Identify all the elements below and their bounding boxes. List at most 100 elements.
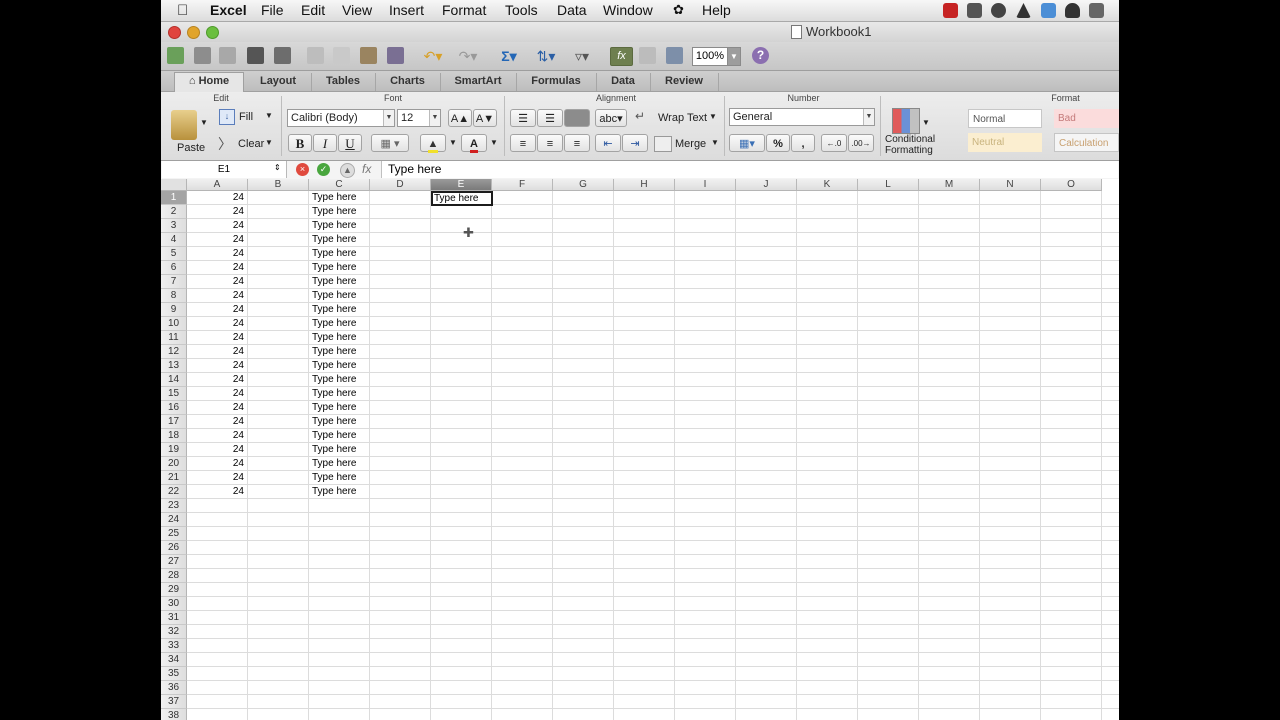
open-icon[interactable] (219, 47, 236, 64)
column-header-m[interactable]: M (919, 179, 980, 191)
paste-dropdown-icon[interactable]: ▼ (200, 118, 208, 127)
cell-a6[interactable]: 24 (187, 261, 244, 275)
row-header-29[interactable]: 29 (161, 583, 187, 597)
row-header-35[interactable]: 35 (161, 667, 187, 681)
cell-c15[interactable]: Type here (312, 387, 369, 401)
row-header-23[interactable]: 23 (161, 499, 187, 513)
row-header-27[interactable]: 27 (161, 555, 187, 569)
align-bottom-button[interactable] (564, 109, 590, 127)
cell-c4[interactable]: Type here (312, 233, 369, 247)
cell-a4[interactable]: 24 (187, 233, 244, 247)
select-all-corner[interactable] (161, 179, 187, 191)
tray-cloud-icon[interactable] (1065, 3, 1080, 18)
redo-icon[interactable]: ↷▾ (453, 46, 483, 66)
clear-label[interactable]: Clear (238, 136, 264, 152)
percent-button[interactable]: % (766, 134, 790, 152)
bold-button[interactable]: B (288, 134, 312, 152)
row-header-24[interactable]: 24 (161, 513, 187, 527)
cell-c9[interactable]: Type here (312, 303, 369, 317)
tab-charts[interactable]: Charts (375, 73, 441, 91)
row-header-9[interactable]: 9 (161, 303, 187, 317)
row-header-26[interactable]: 26 (161, 541, 187, 555)
row-header-4[interactable]: 4 (161, 233, 187, 247)
cell-c17[interactable]: Type here (312, 415, 369, 429)
row-header-28[interactable]: 28 (161, 569, 187, 583)
autosum-icon[interactable]: Σ▾ (495, 46, 523, 66)
apple-menu-icon[interactable]:  (177, 2, 188, 19)
row-header-8[interactable]: 8 (161, 289, 187, 303)
toolbox-icon[interactable] (639, 47, 656, 64)
name-box-stepper-icon[interactable]: ⇕ (274, 163, 281, 172)
column-header-k[interactable]: K (797, 179, 858, 191)
row-header-31[interactable]: 31 (161, 611, 187, 625)
italic-button[interactable]: I (313, 134, 337, 152)
cell-c11[interactable]: Type here (312, 331, 369, 345)
name-box[interactable]: E1 (162, 161, 287, 178)
row-header-3[interactable]: 3 (161, 219, 187, 233)
row-header-12[interactable]: 12 (161, 345, 187, 359)
format-painter-icon[interactable] (387, 47, 404, 64)
cell-a8[interactable]: 24 (187, 289, 244, 303)
formula-input[interactable]: Type here (381, 161, 1118, 178)
style-calculation[interactable]: Calculation (1054, 133, 1119, 152)
cell-a18[interactable]: 24 (187, 429, 244, 443)
cell-a2[interactable]: 24 (187, 205, 244, 219)
cell-a3[interactable]: 24 (187, 219, 244, 233)
merge-dropdown-icon[interactable]: ▼ (711, 138, 719, 147)
row-header-30[interactable]: 30 (161, 597, 187, 611)
row-header-20[interactable]: 20 (161, 457, 187, 471)
paste-toolbar-icon[interactable] (360, 47, 377, 64)
row-header-10[interactable]: 10 (161, 317, 187, 331)
zoom-field[interactable]: 100% (692, 47, 728, 66)
menu-file[interactable]: File (261, 2, 284, 18)
row-header-32[interactable]: 32 (161, 625, 187, 639)
zoom-window-button[interactable] (206, 26, 219, 39)
tab-formulas[interactable]: Formulas (516, 73, 597, 91)
decrease-indent-button[interactable]: ⇤ (595, 134, 621, 152)
menu-edit[interactable]: Edit (301, 2, 325, 18)
row-header-22[interactable]: 22 (161, 485, 187, 499)
column-header-e[interactable]: E (431, 179, 492, 191)
menu-app-name[interactable]: Excel (210, 2, 247, 18)
align-middle-button[interactable]: ☰ (537, 109, 563, 127)
undo-icon[interactable]: ↶▾ (418, 46, 448, 66)
column-header-b[interactable]: B (248, 179, 309, 191)
conditional-formatting-label-1[interactable]: Conditional (885, 135, 935, 145)
row-header-37[interactable]: 37 (161, 695, 187, 709)
row-header-15[interactable]: 15 (161, 387, 187, 401)
cut-icon[interactable] (307, 47, 324, 64)
row-header-5[interactable]: 5 (161, 247, 187, 261)
column-header-l[interactable]: L (858, 179, 919, 191)
menu-help[interactable]: Help (702, 2, 731, 18)
row-header-36[interactable]: 36 (161, 681, 187, 695)
eraser-icon[interactable]: 〉 (218, 134, 232, 154)
style-normal[interactable]: Normal (968, 109, 1042, 128)
align-left-button[interactable]: ≡ (510, 134, 536, 152)
row-header-11[interactable]: 11 (161, 331, 187, 345)
spreadsheet-grid[interactable]: ABCDEFGHIJKLMNO 1 2 3 4 5 6 7 8 9 10 11 12 13 14 15 16 1… (161, 179, 1119, 720)
cell-c20[interactable]: Type here (312, 457, 369, 471)
clear-dropdown-icon[interactable]: ▼ (265, 138, 273, 147)
menu-tools[interactable]: Tools (505, 2, 538, 18)
conditional-formatting-icon[interactable] (892, 108, 920, 134)
wrap-text-icon[interactable]: ↵ (635, 109, 645, 123)
menu-insert[interactable]: Insert (389, 2, 424, 18)
cell-c12[interactable]: Type here (312, 345, 369, 359)
style-neutral[interactable]: Neutral (968, 133, 1042, 152)
column-header-g[interactable]: G (553, 179, 614, 191)
fx-icon[interactable]: fx (362, 162, 371, 176)
tray-record-icon[interactable] (943, 3, 958, 18)
row-header-13[interactable]: 13 (161, 359, 187, 373)
increase-font-button[interactable]: A▲ (448, 109, 472, 127)
cell-c8[interactable]: Type here (312, 289, 369, 303)
row-header-33[interactable]: 33 (161, 639, 187, 653)
filter-icon[interactable]: ▿▾ (567, 46, 597, 66)
number-format-dropdown-icon[interactable]: ▼ (863, 109, 874, 125)
cell-a5[interactable]: 24 (187, 247, 244, 261)
save-icon[interactable] (247, 47, 264, 64)
cell-c1[interactable]: Type here (312, 191, 369, 205)
row-header-38[interactable]: 38 (161, 709, 187, 720)
copy-icon[interactable] (333, 47, 350, 64)
font-name-select[interactable]: Calibri (Body) ▼ (287, 109, 395, 127)
column-header-a[interactable]: A (187, 179, 248, 191)
